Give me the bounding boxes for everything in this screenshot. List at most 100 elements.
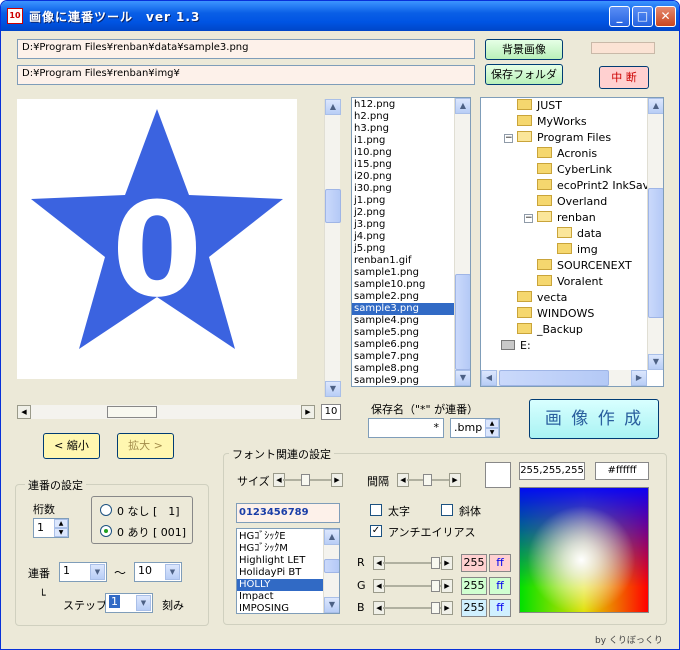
font-size-slider[interactable]: ◀ ▶	[273, 473, 343, 487]
tree-item[interactable]: img	[557, 242, 598, 258]
slider-right-icon[interactable]: ▶	[449, 473, 461, 487]
antialias-checkbox[interactable]: ✓	[370, 525, 382, 537]
save-name-input[interactable]: *	[368, 418, 444, 438]
font-list-item[interactable]: HGｺﾞｼｯｸM	[237, 543, 325, 555]
tree-item[interactable]: MyWorks	[517, 114, 587, 130]
file-list-item[interactable]: j3.png	[352, 219, 455, 231]
save-folder-field[interactable]: D:¥Program Files¥renban¥img¥	[17, 65, 475, 85]
file-list-item[interactable]: sample6.png	[352, 339, 455, 351]
create-image-button[interactable]: 画 像 作 成	[529, 399, 659, 439]
font-list-item[interactable]: Impact	[237, 591, 325, 603]
dropdown-arrow-icon[interactable]: ▼	[90, 564, 105, 580]
bg-image-button[interactable]: 背景画像	[485, 39, 563, 60]
file-list-item[interactable]: sample7.png	[352, 351, 455, 363]
slider-right-icon[interactable]: ▶	[441, 579, 453, 593]
tree-item[interactable]: CyberLink	[537, 162, 612, 178]
radio-zero-padding[interactable]	[100, 525, 112, 537]
collapse-icon[interactable]: −	[504, 134, 513, 143]
file-list-item[interactable]: j1.png	[352, 195, 455, 207]
scroll-thumb[interactable]	[325, 189, 341, 223]
tree-item[interactable]: SOURCENEXT	[537, 258, 632, 274]
tree-item[interactable]: Voralent	[537, 274, 603, 290]
tree-item[interactable]: Program Files	[517, 130, 611, 146]
tree-item[interactable]: JUST	[517, 98, 562, 114]
file-list-item[interactable]: h3.png	[352, 123, 455, 135]
image-path-field[interactable]: D:¥Program Files¥renban¥data¥sample3.png	[17, 39, 475, 59]
tree-item[interactable]: WINDOWS	[517, 306, 594, 322]
file-list-item[interactable]: i15.png	[352, 159, 455, 171]
step-combo[interactable]: 1 ▼	[105, 593, 153, 613]
scroll-down-arrow-icon[interactable]: ▼	[325, 381, 341, 397]
dropdown-arrow-icon[interactable]: ▼	[165, 564, 180, 580]
font-list-item[interactable]: HolidayPi BT	[237, 567, 325, 579]
file-list-scrollbar[interactable]: ▲ ▼	[454, 98, 470, 386]
maximize-button[interactable]: □	[632, 6, 653, 27]
scroll-left-arrow-icon[interactable]: ◀	[481, 370, 497, 386]
scroll-thumb[interactable]	[107, 406, 157, 418]
tree-item[interactable]: ecoPrint2 InkSave	[537, 178, 656, 194]
slider-knob[interactable]	[431, 580, 440, 592]
scroll-down-arrow-icon[interactable]: ▼	[455, 370, 470, 386]
serial-to-combo[interactable]: 10 ▼	[134, 562, 182, 582]
save-folder-button[interactable]: 保存フォルダ	[485, 64, 563, 85]
file-list-item[interactable]: i1.png	[352, 135, 455, 147]
tree-item[interactable]: Overland	[537, 194, 607, 210]
slider-right-icon[interactable]: ▶	[331, 473, 343, 487]
slider-right-icon[interactable]: ▶	[441, 601, 453, 615]
slider-right-icon[interactable]: ▶	[441, 556, 453, 570]
file-list-item[interactable]: renban1.gif	[352, 255, 455, 267]
file-list-item[interactable]: h12.png	[352, 99, 455, 111]
color-swatch[interactable]	[485, 462, 511, 488]
file-list-item[interactable]: h2.png	[352, 111, 455, 123]
spin-up-icon[interactable]: ▲	[485, 419, 499, 428]
scroll-up-arrow-icon[interactable]: ▲	[325, 99, 341, 115]
green-slider[interactable]: ◀ ▶	[373, 579, 453, 593]
serial-from-combo[interactable]: 1 ▼	[59, 562, 107, 582]
collapse-icon[interactable]: −	[524, 214, 533, 223]
file-list-item[interactable]: i30.png	[352, 183, 455, 195]
tree-hscrollbar[interactable]: ◀ ▶	[481, 370, 647, 386]
slider-knob[interactable]	[431, 602, 440, 614]
file-list[interactable]: h12.png h2.png h3.png i1.png i10.png i15.png i…	[351, 97, 471, 387]
file-list-item[interactable]: sample2.png	[352, 291, 455, 303]
spin-down-icon[interactable]: ▼	[54, 528, 68, 537]
file-list-item[interactable]: j5.png	[352, 243, 455, 255]
file-list-item[interactable]: sample4.png	[352, 315, 455, 327]
scroll-thumb[interactable]	[499, 370, 609, 386]
preview-hscrollbar[interactable]: ◀ ▶	[17, 405, 315, 419]
minimize-button[interactable]: _	[609, 6, 630, 27]
scroll-up-arrow-icon[interactable]: ▲	[455, 98, 470, 114]
file-list-item[interactable]: j2.png	[352, 207, 455, 219]
tree-item[interactable]: data	[557, 226, 602, 242]
file-list-item[interactable]: sample1.png	[352, 267, 455, 279]
font-list-item[interactable]: Highlight LET	[237, 555, 325, 567]
extension-spinner[interactable]: .bmp ▲ ▼	[450, 418, 500, 438]
font-list-scrollbar[interactable]: ▲ ▼	[323, 529, 339, 613]
slider-knob[interactable]	[423, 474, 432, 486]
preview-vscrollbar[interactable]: ▲ ▼	[324, 99, 341, 397]
tree-item[interactable]: vecta	[517, 290, 567, 306]
file-list-item[interactable]: i10.png	[352, 147, 455, 159]
scroll-thumb[interactable]	[455, 274, 470, 370]
color-picker[interactable]	[519, 487, 649, 613]
file-list-item[interactable]: sample10.png	[352, 279, 455, 291]
scroll-down-arrow-icon[interactable]: ▼	[324, 597, 339, 613]
font-list-item[interactable]: HOLLY	[237, 579, 325, 591]
tree-item[interactable]: _Backup	[517, 322, 583, 338]
spin-up-icon[interactable]: ▲	[54, 519, 68, 528]
file-list-item[interactable]: sample3.png	[352, 303, 455, 315]
scroll-right-arrow-icon[interactable]: ▶	[631, 370, 647, 386]
file-list-item[interactable]: sample9.png	[352, 375, 455, 386]
italic-checkbox[interactable]	[441, 504, 453, 516]
digits-spinner[interactable]: 1 ▲ ▼	[33, 518, 69, 538]
scroll-down-arrow-icon[interactable]: ▼	[648, 354, 663, 370]
scroll-thumb[interactable]	[324, 559, 339, 573]
scroll-up-arrow-icon[interactable]: ▲	[324, 529, 339, 545]
dropdown-arrow-icon[interactable]: ▼	[136, 595, 151, 611]
close-button[interactable]: ✕	[655, 6, 676, 27]
font-list[interactable]: HGｺﾞｼｯｸE HGｺﾞｼｯｸM Highlight LET HolidayPi B…	[236, 528, 340, 614]
red-slider[interactable]: ◀ ▶	[373, 556, 453, 570]
stop-button[interactable]: 中 断	[599, 66, 649, 89]
tree-item[interactable]: Acronis	[537, 146, 597, 162]
scroll-right-arrow-icon[interactable]: ▶	[301, 405, 315, 419]
